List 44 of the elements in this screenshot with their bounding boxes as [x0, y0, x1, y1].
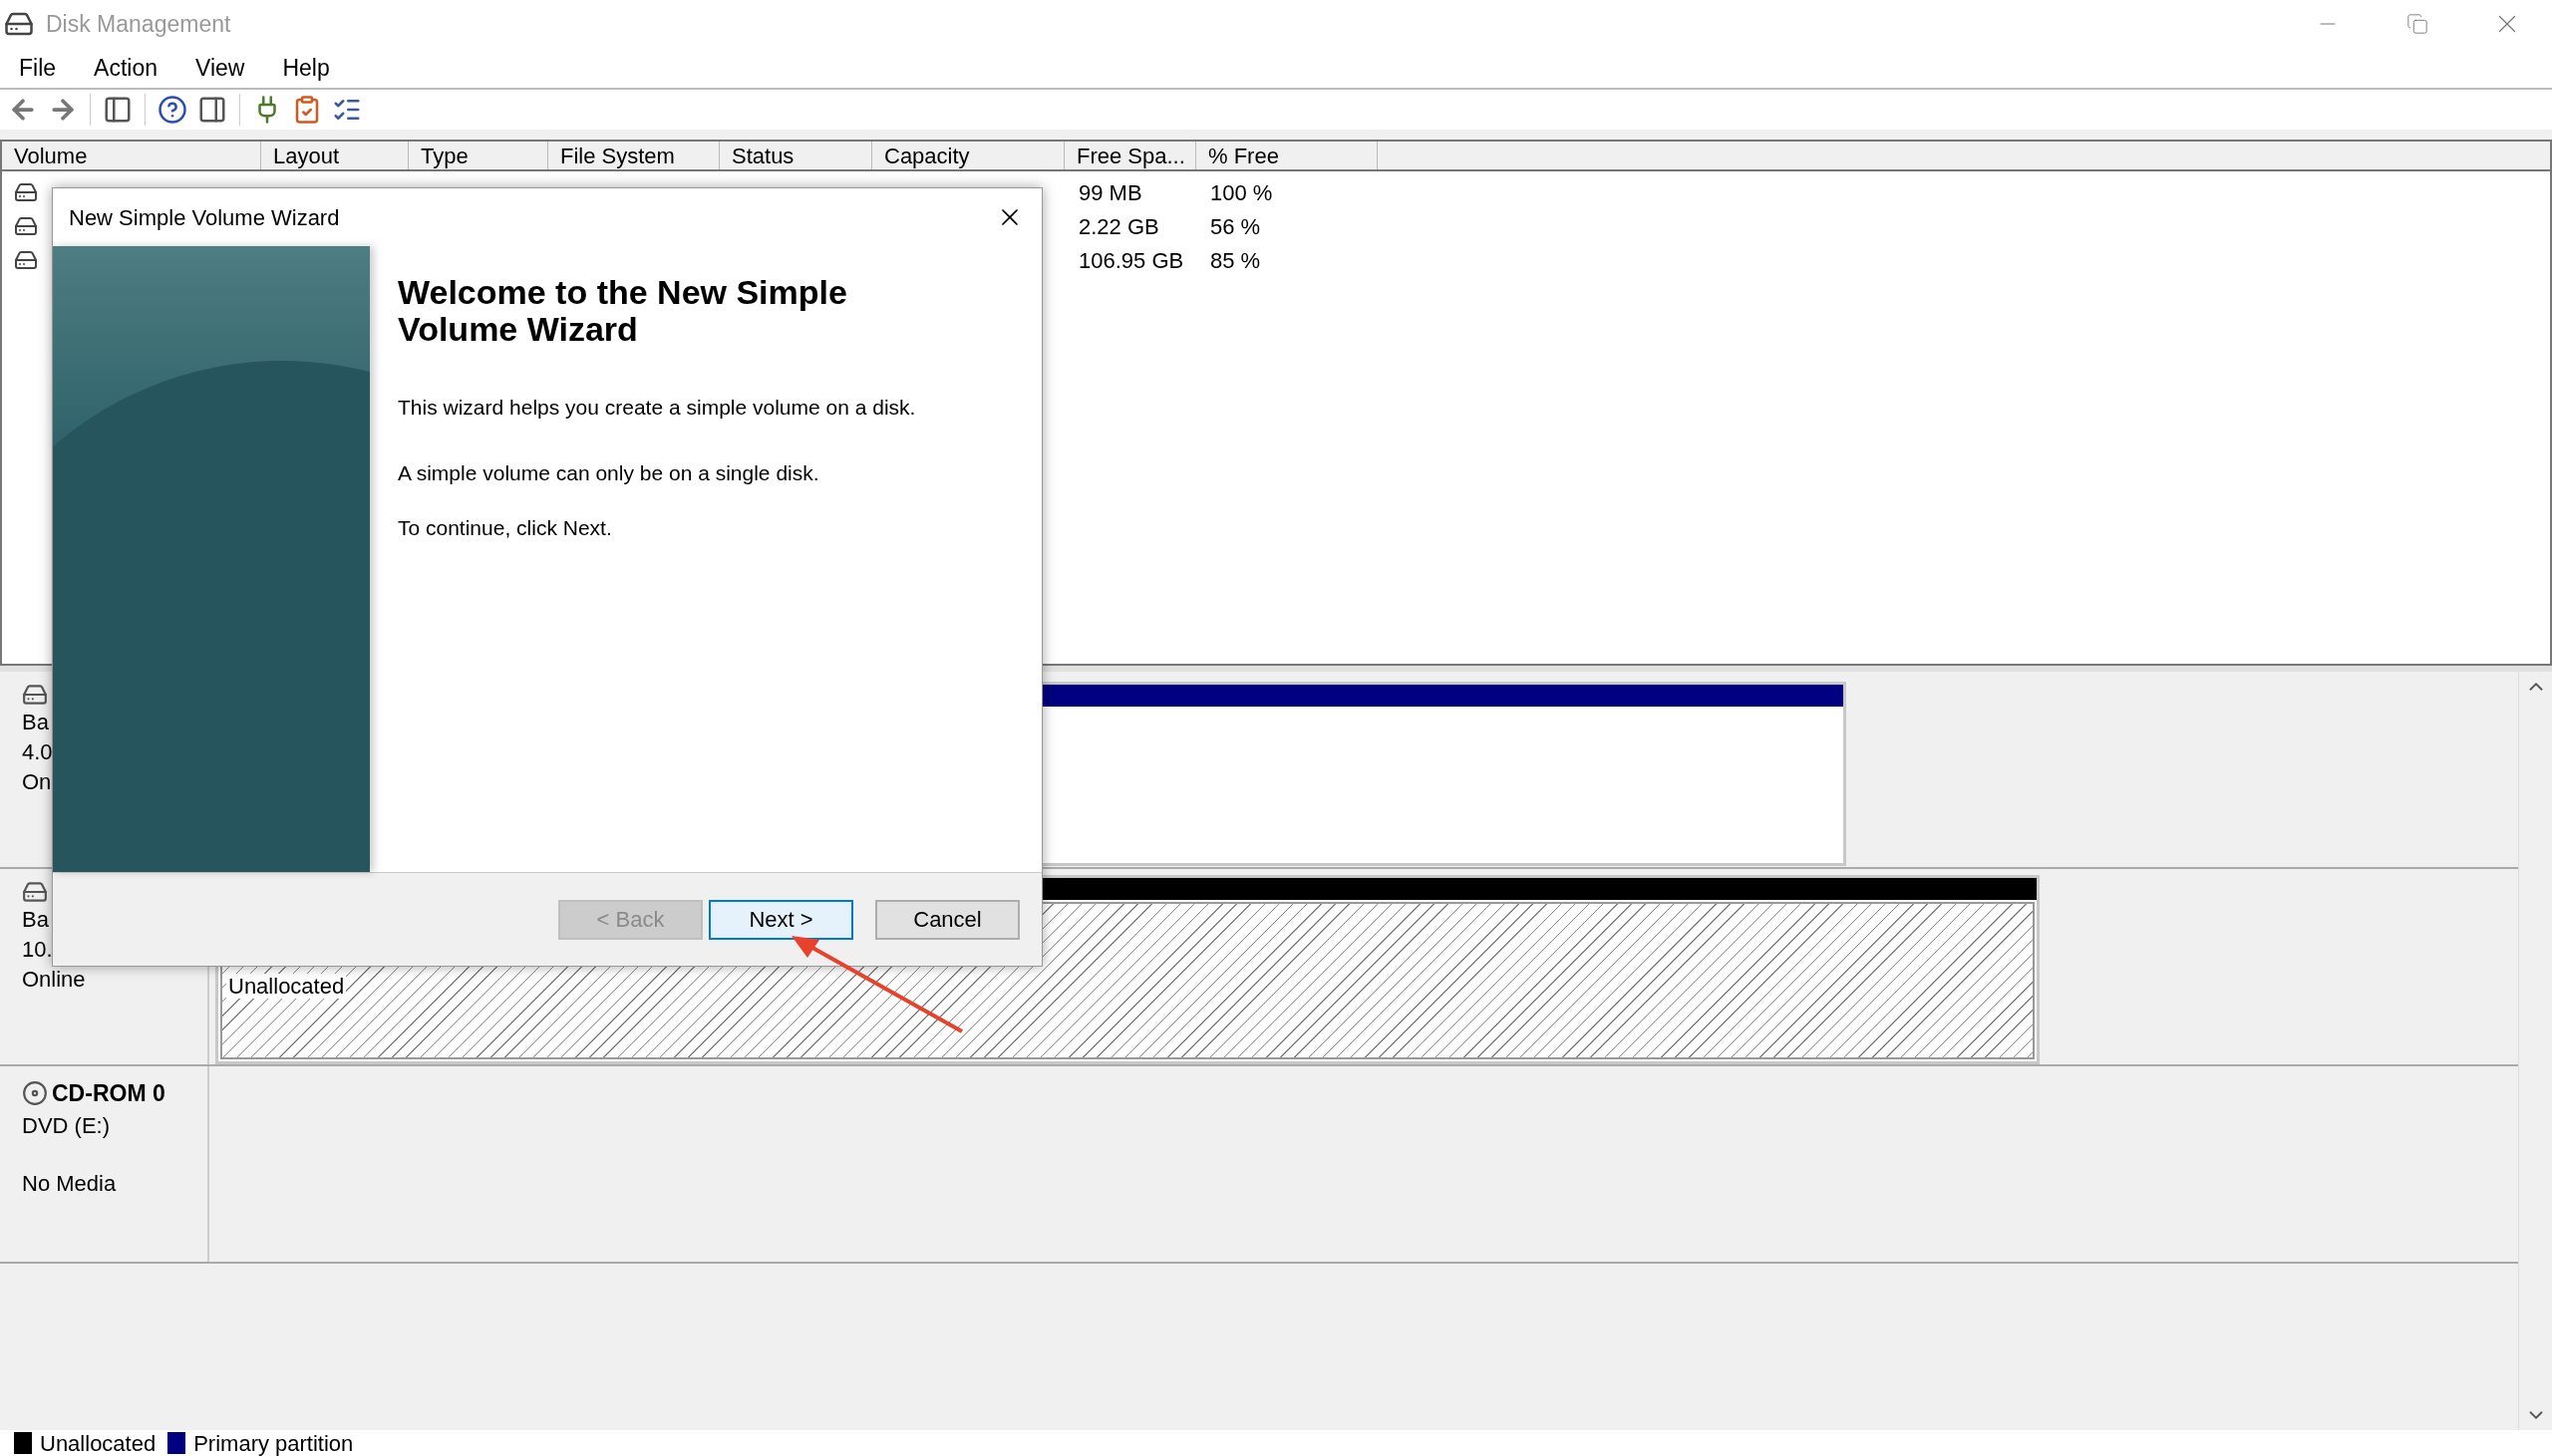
partition-label: Unallocated	[226, 974, 347, 999]
disk-info: 10.	[22, 936, 54, 964]
table-cell-text: 2.22 GB	[1078, 212, 1160, 241]
disk-info: Ba	[22, 906, 50, 934]
column-header[interactable]: % Free	[1196, 142, 1378, 169]
table-cell-text: 106.95 GB	[1078, 246, 1185, 275]
disk-info: On	[22, 768, 53, 796]
table-cell-text: 100 %	[1209, 178, 1274, 207]
wizard-heading: Welcome to the New Simple Volume Wizard	[398, 274, 848, 348]
table-cell-text: 56 %	[1209, 212, 1262, 241]
drive-icon	[14, 214, 38, 238]
menu-item[interactable]: View	[176, 50, 264, 86]
disk-info: 4.0	[22, 738, 54, 766]
disk-info: Online	[22, 966, 87, 994]
table-cell-text: 85 %	[1209, 246, 1262, 275]
column-header[interactable]: Volume	[2, 142, 261, 169]
cd-drive-icon	[22, 1080, 48, 1107]
column-header[interactable]: Type	[409, 142, 548, 169]
wizard-text: A simple volume can only be on a single disk.	[398, 459, 820, 486]
wizard-text: To continue, click Next.	[398, 515, 613, 541]
column-header[interactable]: Layout	[261, 142, 409, 169]
disk-info: No Media	[22, 1169, 118, 1198]
window-title: Disk Management	[46, 9, 231, 39]
table-cell-text: 99 MB	[1078, 178, 1143, 207]
drive-icon	[14, 248, 38, 272]
column-header[interactable]: Free Spa...	[1065, 142, 1196, 169]
disk-info: DVD (E:)	[22, 1111, 111, 1140]
dialog-button[interactable]: Cancel	[875, 899, 1020, 940]
menu-item[interactable]: Action	[75, 50, 176, 86]
column-header[interactable]: Capacity	[872, 142, 1065, 169]
menu-item[interactable]: File	[0, 50, 76, 86]
disk-name: CD-ROM 0	[52, 1079, 165, 1108]
help-icon[interactable]	[156, 93, 189, 127]
legend-label: Primary partition	[193, 1429, 354, 1456]
dialog-title: New Simple Volume Wizard	[68, 203, 340, 232]
menu-item[interactable]: Help	[263, 50, 349, 86]
column-header[interactable]: File System	[548, 142, 720, 169]
disk-info: Ba	[22, 709, 50, 736]
legend-label: Unallocated	[40, 1429, 157, 1456]
column-header[interactable]: Status	[720, 142, 872, 169]
drive-icon	[14, 180, 38, 204]
dialog-button[interactable]: Next >	[709, 899, 853, 940]
restore-icon[interactable]	[2406, 13, 2428, 35]
wizard-text: This wizard helps you create a simple volume on a disk.	[398, 395, 917, 421]
